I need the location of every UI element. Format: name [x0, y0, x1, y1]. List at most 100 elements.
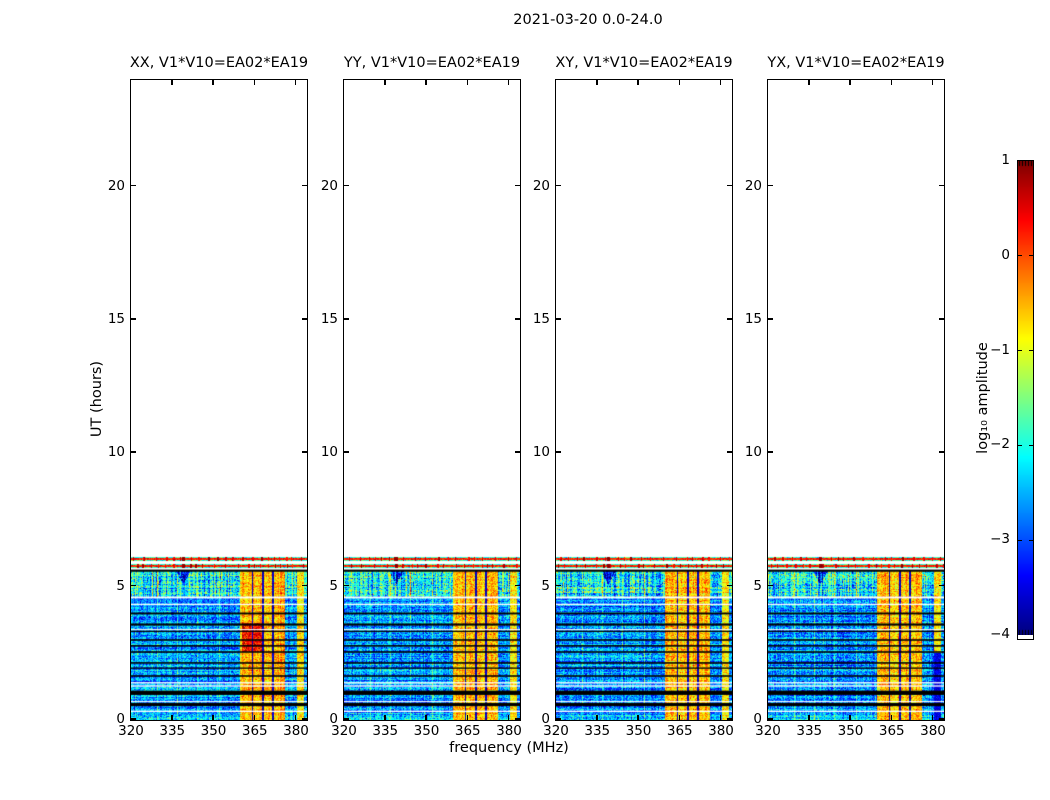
y-tick-mark: [726, 451, 732, 453]
x-tick-mark: [212, 714, 214, 720]
y-tick-mark: [726, 318, 732, 320]
x-tick-label: 335: [159, 723, 186, 739]
y-tick-mark: [555, 184, 561, 187]
x-tick-mark: [171, 714, 173, 720]
y-tick-mark: [301, 318, 307, 320]
y-tick-mark: [938, 184, 944, 187]
y-tick-mark: [938, 718, 944, 720]
panel-title: YY, V1*V10=EA02*EA19: [343, 55, 521, 71]
colorbar-tick-label: 1: [1001, 152, 1010, 168]
x-tick-mark: [294, 714, 297, 720]
y-tick-mark: [555, 451, 561, 453]
x-tick-mark: [555, 79, 557, 85]
y-tick-mark: [514, 451, 520, 453]
x-tick-mark: [130, 79, 132, 85]
x-tick-mark: [596, 79, 598, 85]
y-tick-label: 20: [107, 177, 125, 194]
y-tick-mark: [767, 718, 773, 720]
x-tick-label: 335: [584, 723, 611, 739]
y-tick-mark: [726, 584, 732, 587]
x-tick-mark: [384, 714, 386, 720]
y-tick-label: 15: [107, 311, 125, 327]
x-tick-mark: [808, 79, 810, 85]
spectrogram-panel-yx: [766, 78, 945, 721]
x-tick-mark: [637, 79, 639, 85]
x-tick-mark: [384, 79, 386, 85]
y-tick-label: 0: [116, 711, 125, 727]
x-tick-label: 365: [454, 723, 481, 739]
x-tick-mark: [931, 714, 934, 720]
x-tick-mark: [343, 79, 345, 85]
y-tick-mark: [555, 718, 561, 720]
x-tick-mark: [171, 79, 173, 85]
y-tick-mark: [130, 584, 136, 587]
x-tick-label: 350: [200, 723, 227, 739]
y-tick-label: 10: [107, 444, 125, 461]
colorbar: [1017, 160, 1034, 640]
panel-title: YX, V1*V10=EA02*EA19: [767, 55, 945, 71]
x-tick-label: 380: [920, 723, 946, 739]
x-tick-label: 350: [413, 723, 440, 739]
colorbar-tick-mark: [1029, 350, 1033, 352]
x-tick-mark: [425, 714, 427, 720]
y-tick-mark: [555, 318, 561, 320]
y-tick-mark: [130, 451, 136, 453]
spectrogram-panel-xx: [129, 78, 308, 721]
x-tick-mark: [719, 714, 722, 720]
y-tick-mark: [938, 451, 944, 453]
panel-title: XY, V1*V10=EA02*EA19: [555, 55, 733, 71]
x-tick-mark: [849, 79, 851, 85]
x-tick-label: 365: [878, 723, 905, 739]
spectrogram-panel-xy: [554, 78, 733, 721]
y-tick-mark: [301, 718, 307, 720]
colorbar-tick-mark: [1018, 539, 1022, 541]
x-tick-label: 335: [372, 723, 399, 739]
y-tick-mark: [343, 451, 349, 453]
x-tick-mark: [294, 79, 297, 85]
colorbar-tick-label: −3: [990, 531, 1010, 548]
y-tick-mark: [301, 584, 307, 587]
x-tick-mark: [808, 714, 810, 720]
x-tick-mark: [253, 79, 255, 85]
y-tick-mark: [726, 718, 732, 720]
x-tick-mark: [507, 714, 510, 720]
x-tick-label: 350: [837, 723, 864, 739]
y-tick-mark: [555, 584, 561, 587]
colorbar-tick-mark: [1018, 350, 1022, 352]
y-tick-mark: [514, 584, 520, 587]
y-tick-mark: [767, 451, 773, 453]
x-tick-mark: [212, 79, 214, 85]
y-tick-mark: [938, 318, 944, 320]
y-tick-mark: [130, 318, 136, 320]
x-tick-mark: [849, 714, 851, 720]
y-tick-mark: [514, 718, 520, 720]
y-tick-mark: [767, 318, 773, 320]
x-tick-mark: [466, 79, 468, 85]
spectrogram-canvas: [130, 79, 307, 720]
y-tick-mark: [343, 318, 349, 320]
y-axis-label: UT (hours): [89, 360, 105, 438]
spectrogram-canvas: [767, 79, 944, 720]
x-tick-mark: [253, 714, 255, 720]
colorbar-tick-mark: [1029, 444, 1033, 446]
x-tick-label: 365: [241, 723, 268, 739]
y-tick-mark: [514, 318, 520, 320]
y-tick-mark: [767, 584, 773, 587]
x-tick-mark: [678, 79, 680, 85]
x-axis-label: frequency (MHz): [449, 740, 569, 756]
y-tick-mark: [514, 184, 520, 187]
y-tick-mark: [343, 718, 349, 720]
colorbar-tick-mark: [1018, 444, 1022, 446]
x-tick-mark: [507, 79, 510, 85]
x-tick-mark: [767, 79, 769, 85]
spectrogram-panel-yy: [342, 78, 521, 721]
y-tick-mark: [343, 584, 349, 587]
colorbar-gradient: [1018, 161, 1033, 635]
x-tick-mark: [596, 714, 598, 720]
x-tick-mark: [890, 714, 892, 720]
x-tick-mark: [890, 79, 892, 85]
y-tick-mark: [767, 184, 773, 187]
y-tick-mark: [301, 184, 307, 187]
colorbar-tick-mark: [1029, 255, 1033, 257]
x-tick-mark: [466, 714, 468, 720]
